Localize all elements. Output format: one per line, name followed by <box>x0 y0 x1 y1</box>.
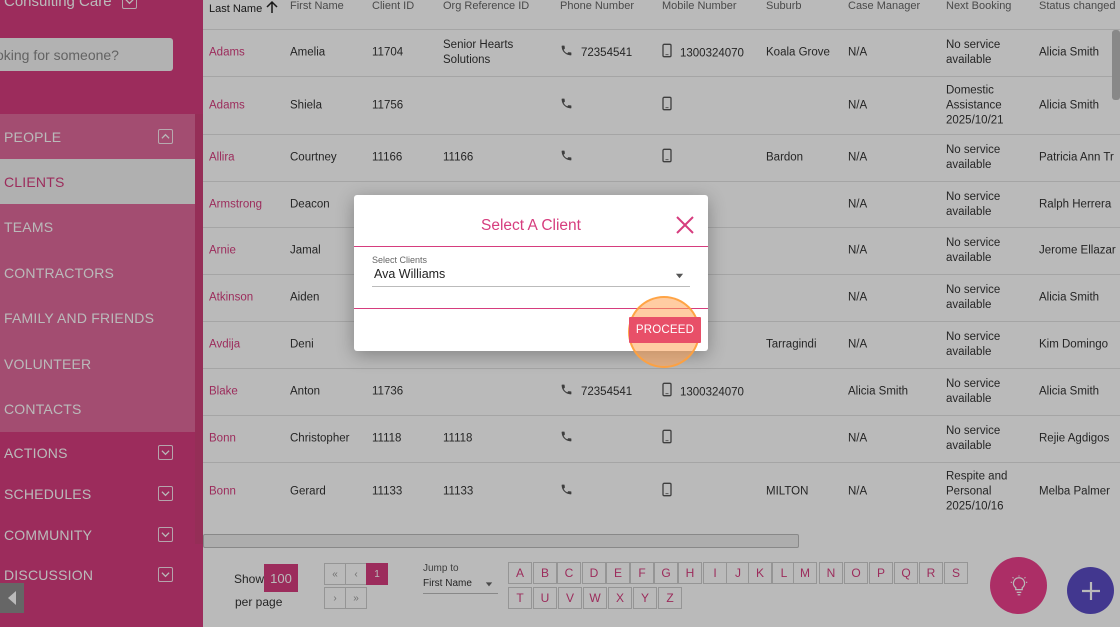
proceed-button[interactable]: PROCEED <box>629 317 701 343</box>
dialog-title: Select A Client <box>481 217 581 234</box>
select-clients-label: Select Clients <box>372 255 428 265</box>
close-icon[interactable] <box>675 215 695 235</box>
chevron-down-icon <box>675 273 684 279</box>
selected-client-value: Ava Williams <box>374 267 446 281</box>
select-clients-dropdown[interactable]: Ava Williams <box>372 267 690 287</box>
dialog-header: Select A Client <box>354 195 708 247</box>
